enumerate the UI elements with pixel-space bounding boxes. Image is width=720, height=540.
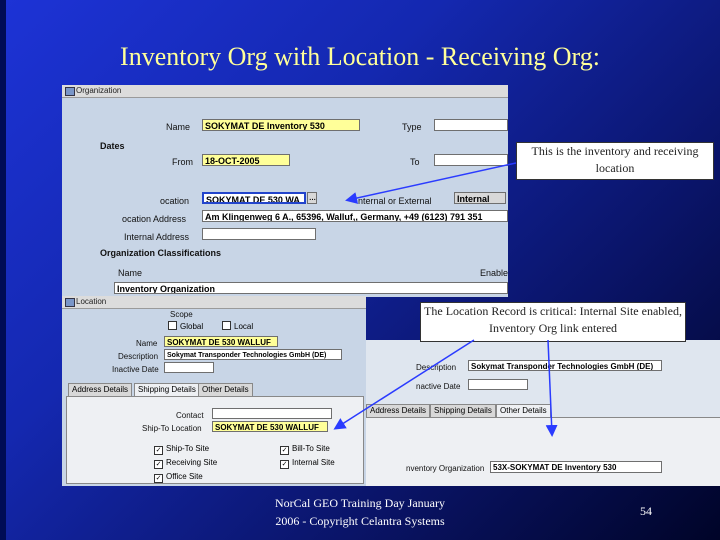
location-field[interactable]: SOKYMAT DE 530 WA [202,192,306,204]
check-icon: ✓ [154,460,163,469]
check-icon: ✓ [280,446,289,455]
classification-enable-col: Enable [480,268,508,278]
loc-description-field[interactable]: Sokymat Transponder Technologies GmbH (D… [164,349,342,360]
classifications-label: Organization Classifications [100,248,222,258]
loc-inactive-label: Inactive Date [112,365,159,374]
from-date-field[interactable]: 18-OCT-2005 [202,154,290,166]
ship-to-field[interactable]: SOKYMAT DE 530 WALLUF [212,421,328,432]
window-icon [65,87,75,96]
org-name-field[interactable]: SOKYMAT DE Inventory 530 [202,119,360,131]
od-description-field[interactable]: Sokymat Transponder Technologies GmbH (D… [468,360,662,371]
left-accent-bar [0,0,6,540]
ship-to-site-checkbox[interactable]: ✓ Ship-To Site [154,444,209,455]
callout-inventory-receiving-location: This is the inventory and receiving loca… [516,142,714,180]
location-label: ocation [160,196,190,206]
page-number: 54 [640,504,652,518]
to-label: To [410,157,420,167]
check-icon: ✓ [154,474,163,483]
radio-icon [168,321,177,330]
office-site-checkbox[interactable]: ✓ Office Site [154,472,203,483]
od-inactive-field[interactable] [468,379,528,390]
od-description-label: Description [416,363,457,372]
org-type-field[interactable] [434,119,508,131]
loc-description-label: Description [118,352,159,361]
window-icon [65,298,75,307]
check-icon: ✓ [154,446,163,455]
footer-line-1: NorCal GEO Training Day January [275,496,445,510]
receiving-site-checkbox[interactable]: ✓ Receiving Site [154,458,217,469]
od-tab-shipping-details[interactable]: Shipping Details [430,404,496,417]
internal-address-label: Internal Address [124,232,190,242]
tab-other-details[interactable]: Other Details [198,383,253,396]
internal-site-checkbox[interactable]: ✓ Internal Site [280,458,335,469]
od-tab-other-details[interactable]: Other Details [496,404,551,417]
organization-window: Organization Name SOKYMAT DE Inventory 5… [62,85,508,297]
from-label: From [172,157,193,167]
other-details-window: Description Sokymat Transponder Technolo… [366,340,720,486]
contact-label: Contact [176,411,204,420]
inventory-org-field[interactable]: 53X-SOKYMAT DE Inventory 530 [490,461,662,473]
scope-local-radio[interactable]: Local [222,321,253,331]
internal-address-field[interactable] [202,228,316,240]
to-date-field[interactable] [434,154,508,166]
loc-inactive-field[interactable] [164,362,214,373]
classification-name-col: Name [118,268,143,278]
org-name-label: Name [166,122,191,132]
tab-address-details[interactable]: Address Details [68,383,133,396]
loc-name-label: Name [136,339,158,348]
tab-shipping-details[interactable]: Shipping Details [134,383,200,396]
loc-name-field[interactable]: SOKYMAT DE 530 WALLUF [164,336,278,347]
radio-icon [222,321,231,330]
internal-external-field[interactable]: Internal [454,192,506,204]
internal-external-label: nternal or External [358,196,432,206]
location-address-label: ocation Address [122,214,187,224]
slide-title: Inventory Org with Location - Receiving … [120,42,600,71]
location-window-titlebar: Location [62,296,366,309]
bill-to-site-checkbox[interactable]: ✓ Bill-To Site [280,444,330,455]
scope-label: Scope [170,310,193,319]
contact-field[interactable] [212,408,332,419]
slide-footer: NorCal GEO Training Day January 2006 - C… [250,494,470,530]
other-details-panel [366,417,720,486]
check-icon: ✓ [280,460,289,469]
od-inactive-label: nactive Date [416,382,461,391]
organization-window-titlebar: Organization [62,85,508,98]
location-window-title: Location [76,297,107,306]
org-type-label: Type [402,122,422,132]
location-window: Location Scope Global Local Name SOKYMAT… [62,296,366,486]
callout-location-record-critical: The Location Record is critical: Interna… [420,302,686,342]
dates-label: Dates [100,141,125,151]
ship-to-label: Ship-To Location [142,424,202,433]
footer-line-2: 2006 - Copyright Celantra Systems [275,514,445,528]
location-address-field[interactable]: Am Klingenweg 6 A., 65396, Walluf,, Germ… [202,210,508,222]
scope-global-radio[interactable]: Global [168,321,203,331]
od-tab-address-details[interactable]: Address Details [366,404,431,417]
inventory-org-label: nventory Organization [406,464,485,473]
classification-row[interactable]: Inventory Organization [114,282,508,294]
organization-window-title: Organization [76,86,122,95]
lov-button[interactable]: … [307,192,317,204]
